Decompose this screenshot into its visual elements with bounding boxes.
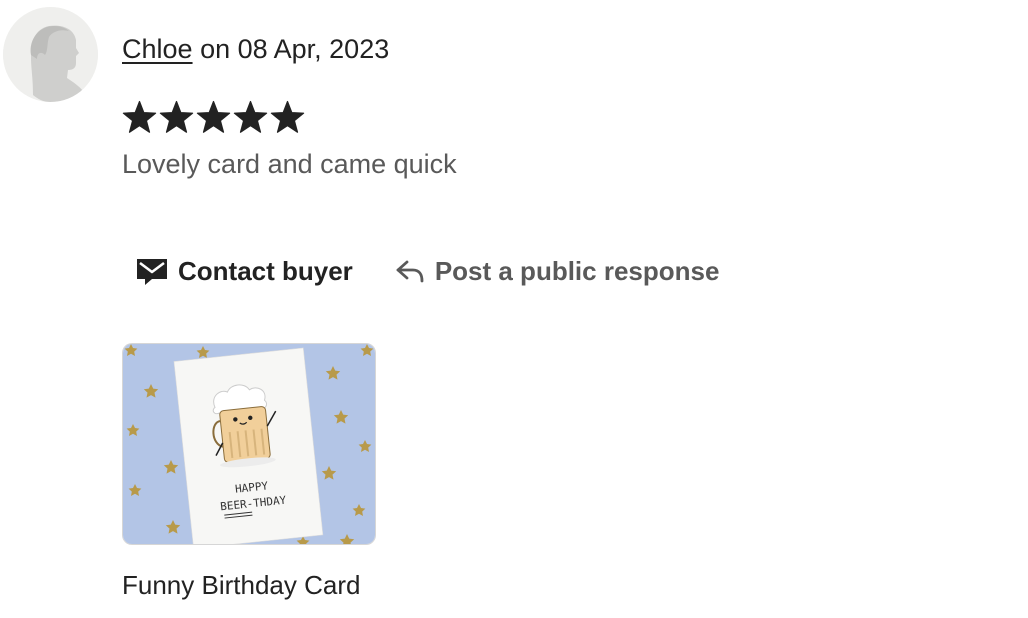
review-byline: Chloe on 08 Apr, 2023 [122, 31, 389, 67]
contact-buyer-label: Contact buyer [178, 255, 353, 286]
star-rating [122, 100, 305, 138]
post-response-label: Post a public response [434, 255, 720, 286]
review-text: Lovely card and came quick [122, 149, 457, 179]
avatar[interactable] [3, 7, 98, 102]
reply-arrow-icon [395, 258, 425, 284]
contact-buyer-button[interactable]: Contact buyer [122, 250, 367, 292]
product-image: HAPPY BEER-THDAY [123, 344, 375, 544]
star-icon [270, 100, 305, 138]
review-date: on 08 Apr, 2023 [200, 34, 390, 64]
envelope-icon [136, 257, 168, 285]
post-response-button[interactable]: Post a public response [389, 250, 734, 292]
star-icon [122, 100, 157, 138]
star-icon [159, 100, 194, 138]
product-thumbnail[interactable]: HAPPY BEER-THDAY [122, 343, 376, 545]
default-avatar-icon [3, 7, 98, 102]
product-title-link[interactable]: Funny Birthday Card [122, 568, 360, 602]
star-icon [196, 100, 231, 138]
star-icon [233, 100, 268, 138]
review-card: Chloe on 08 Apr, 2023 Lovely card and ca… [0, 0, 1028, 618]
author-link[interactable]: Chloe [122, 34, 193, 64]
review-actions: Contact buyer Post a public response [122, 250, 733, 292]
